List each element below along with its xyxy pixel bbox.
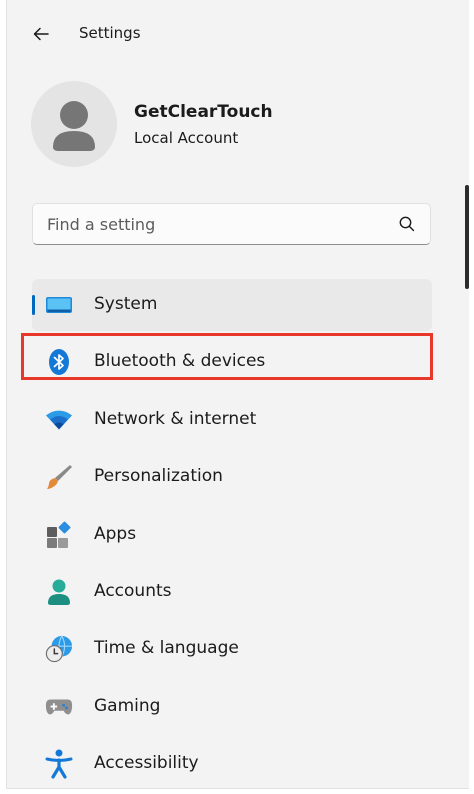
nav-item-bluetooth-devices[interactable]: Bluetooth & devices [21,333,433,388]
nav-item-accounts[interactable]: Accounts [32,566,432,618]
avatar[interactable] [31,81,117,167]
search-input[interactable] [33,204,383,244]
paintbrush-icon [45,463,73,491]
settings-nav: System Bluetooth & devices Network & int [21,279,433,788]
user-name: GetClearTouch [134,102,273,122]
globe-clock-icon [45,635,73,663]
nav-item-accessibility[interactable]: Accessibility [32,738,432,788]
search-icon[interactable] [398,215,416,233]
scrollbar[interactable] [465,185,469,289]
settings-window: Settings GetClearTouch Local Account S [6,0,469,789]
back-arrow-icon [33,27,49,41]
nav-label: Bluetooth & devices [94,351,266,372]
user-avatar-icon [53,101,95,151]
search-box[interactable] [32,203,431,245]
gamepad-icon [45,693,73,721]
nav-label: Time & language [94,638,239,659]
selection-indicator [32,295,35,315]
apps-icon [45,521,73,549]
account-type: Local Account [134,129,239,147]
app-title: Settings [79,24,141,42]
wifi-icon [45,406,73,434]
nav-label: Personalization [94,466,223,487]
accessibility-icon [45,749,73,779]
title-bar: Settings [7,14,469,56]
nav-label: Gaming [94,695,161,716]
nav-item-time-language[interactable]: Time & language [32,623,432,675]
nav-label: Accounts [94,580,172,601]
nav-item-system[interactable]: System [32,279,432,331]
nav-label: Network & internet [94,408,257,429]
nav-label: Accessibility [94,753,199,774]
nav-item-network-internet[interactable]: Network & internet [32,394,432,446]
monitor-icon [45,291,73,319]
nav-label: System [94,294,158,314]
nav-item-apps[interactable]: Apps [32,509,432,561]
nav-label: Apps [94,523,137,544]
person-icon [45,578,73,606]
nav-item-personalization[interactable]: Personalization [32,451,432,503]
nav-item-gaming[interactable]: Gaming [32,681,432,733]
back-button[interactable] [25,18,57,50]
bluetooth-icon [45,348,73,376]
